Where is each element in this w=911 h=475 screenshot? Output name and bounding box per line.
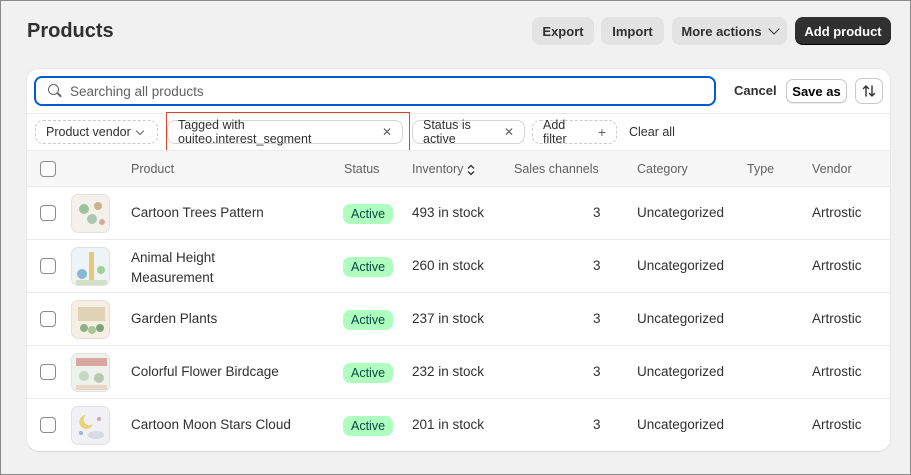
category-value: Uncategorized [637,205,725,220]
table-header: Product Status Inventory Sales channels … [27,150,890,187]
add-filter-button[interactable]: Add filter + [532,118,617,146]
column-header-inventory-label: Inventory [412,162,464,176]
table-row[interactable]: Animal Height Measurement Active 260 in … [27,240,890,293]
vendor-value: Artrostic [812,364,862,379]
column-header-inventory[interactable]: Inventory [412,162,475,176]
category-value: Uncategorized [637,364,725,379]
table-body: Cartoon Trees Pattern Active 493 in stoc… [27,187,890,451]
category-value: Uncategorized [637,311,725,326]
more-actions-button[interactable]: More actions [672,17,787,45]
row-checkbox[interactable] [40,364,56,380]
row-checkbox[interactable] [40,311,56,327]
highlight-box [166,112,410,151]
sales-channels-value: 3 [593,311,601,326]
product-image [72,301,109,338]
status-badge: Active [343,363,394,383]
plus-icon: + [597,123,606,140]
column-header-product[interactable]: Product [131,162,174,176]
inventory-value: 201 in stock [412,417,485,432]
save-as-button[interactable]: Save as [786,79,847,103]
page-title: Products [27,20,114,42]
status-filter[interactable]: Status is active ✕ [412,118,525,146]
product-thumbnail[interactable] [71,194,110,233]
table-row[interactable]: Garden Plants Active 237 in stock 3 Unca… [27,293,890,346]
inventory-value: 232 in stock [412,364,485,379]
vendor-filter[interactable]: Product vendor [35,120,158,144]
product-thumbnail[interactable] [71,406,110,445]
clear-all-button[interactable]: Clear all [629,125,675,139]
vendor-value: Artrostic [812,417,862,432]
inventory-value: 237 in stock [412,311,485,326]
search-input[interactable]: Searching all products [34,76,716,106]
search-placeholder: Searching all products [70,83,204,99]
category-value: Uncategorized [637,417,725,432]
product-name[interactable]: Colorful Flower Birdcage [131,364,279,379]
column-header-status[interactable]: Status [344,162,379,176]
product-thumbnail[interactable] [71,353,110,392]
row-checkbox[interactable] [40,205,56,221]
chevron-down-icon [767,23,780,35]
vendor-filter-label: Product vendor [46,125,131,139]
product-image [72,195,109,232]
sort-caret-icon [467,164,475,176]
product-image [72,354,109,391]
more-actions-label: More actions [681,23,762,39]
product-name[interactable]: Animal Height Measurement [131,248,241,288]
category-value: Uncategorized [637,258,725,273]
import-button[interactable]: Import [601,17,664,45]
column-header-vendor[interactable]: Vendor [812,162,852,176]
sort-icon [862,85,876,97]
vendor-value: Artrostic [812,258,862,273]
sales-channels-value: 3 [593,364,601,379]
add-product-button[interactable]: Add product [795,17,891,45]
inventory-value: 493 in stock [412,205,485,220]
status-badge: Active [343,257,394,277]
cancel-button[interactable]: Cancel [734,83,777,98]
app-frame: Products Export Import More actions Add … [0,0,911,475]
product-thumbnail[interactable] [71,300,110,339]
status-badge: Active [343,310,394,330]
products-card: Searching all products Cancel Save as Pr… [27,69,890,451]
sales-channels-value: 3 [593,417,601,432]
product-image [72,248,109,285]
column-header-sales-channels[interactable]: Sales channels [514,162,599,176]
table-row[interactable]: Cartoon Trees Pattern Active 493 in stoc… [27,187,890,240]
export-button[interactable]: Export [532,17,594,45]
vendor-value: Artrostic [812,205,862,220]
status-badge: Active [343,416,394,436]
sort-button[interactable] [855,78,883,104]
column-header-type[interactable]: Type [747,162,774,176]
product-name[interactable]: Garden Plants [131,311,217,326]
divider [27,113,890,114]
column-header-category[interactable]: Category [637,162,688,176]
row-checkbox[interactable] [40,258,56,274]
product-image [72,407,109,444]
vendor-value: Artrostic [812,311,862,326]
product-name[interactable]: Cartoon Moon Stars Cloud [131,417,291,432]
add-filter-label: Add filter [543,118,567,146]
row-checkbox[interactable] [40,417,56,433]
sales-channels-value: 3 [593,258,601,273]
close-icon[interactable]: ✕ [504,125,514,139]
sales-channels-value: 3 [593,205,601,220]
select-all-checkbox[interactable] [40,161,56,177]
status-filter-label: Status is active [423,118,471,146]
table-row[interactable]: Colorful Flower Birdcage Active 232 in s… [27,346,890,399]
chevron-down-icon [135,126,145,135]
product-thumbnail[interactable] [71,247,110,286]
search-icon [48,84,62,98]
table-row[interactable]: Cartoon Moon Stars Cloud Active 201 in s… [27,399,890,451]
inventory-value: 260 in stock [412,258,485,273]
product-name[interactable]: Cartoon Trees Pattern [131,205,264,220]
status-badge: Active [343,204,394,224]
